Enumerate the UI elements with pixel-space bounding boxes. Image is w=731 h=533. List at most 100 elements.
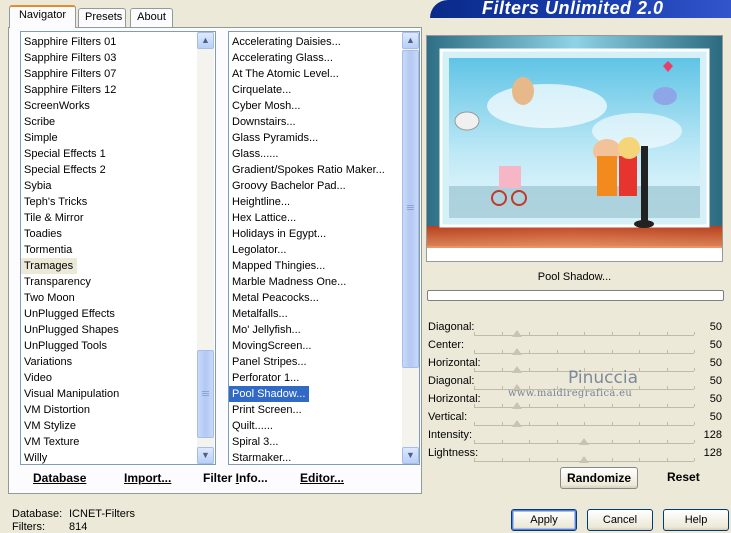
category-item[interactable]: Tormentia — [21, 242, 215, 258]
category-item[interactable]: VM Stylize — [21, 418, 215, 434]
filter-item[interactable]: Groovy Bachelor Pad... — [229, 178, 419, 194]
parameter-slider-track[interactable] — [474, 425, 694, 426]
category-item[interactable]: Teph's Tricks — [21, 194, 215, 210]
reset-button[interactable]: Reset — [667, 470, 700, 484]
filter-scrollbar[interactable]: ▲ ▼ — [402, 32, 419, 464]
category-item[interactable]: Tile & Mirror — [21, 210, 215, 226]
watermark-url: www.maidiregrafica.eu — [508, 388, 633, 399]
import-button[interactable]: Import... — [124, 471, 171, 485]
filter-scroll-thumb[interactable] — [402, 50, 419, 368]
filter-item[interactable]: Glass...... — [229, 146, 419, 162]
filter-item[interactable]: At The Atomic Level... — [229, 66, 419, 82]
category-item[interactable]: Tramages — [21, 258, 215, 274]
apply-button[interactable]: Apply — [511, 509, 577, 531]
filter-item-label: Starmaker... — [232, 452, 292, 464]
filter-item[interactable]: Glass Pyramids... — [229, 130, 419, 146]
parameter-slider-thumb[interactable] — [512, 330, 523, 337]
category-item[interactable]: UnPlugged Effects — [21, 306, 215, 322]
scroll-down-icon[interactable]: ▼ — [197, 447, 214, 464]
tab-about[interactable]: About — [130, 8, 173, 27]
parameter-slider-thumb[interactable] — [579, 456, 590, 463]
filter-item[interactable]: Mapped Thingies... — [229, 258, 419, 274]
filter-item[interactable]: Mo' Jellyfish... — [229, 322, 419, 338]
category-item[interactable]: Video — [21, 370, 215, 386]
category-item-label: VM Stylize — [24, 420, 76, 432]
help-button[interactable]: Help — [663, 509, 729, 531]
filter-item-label: At The Atomic Level... — [232, 68, 339, 80]
filter-item-label: Cirquelate... — [232, 84, 292, 96]
category-list[interactable]: Sapphire Filters 01 Sapphire Filters 03 Sa… — [20, 31, 216, 465]
cancel-button[interactable]: Cancel — [587, 509, 653, 531]
category-item[interactable]: Scribe — [21, 114, 215, 130]
category-item[interactable]: ScreenWorks — [21, 98, 215, 114]
filter-item[interactable]: Marble Madness One... — [229, 274, 419, 290]
category-item-label: Sapphire Filters 12 — [24, 84, 117, 96]
filter-item[interactable]: Holidays in Egypt... — [229, 226, 419, 242]
category-item[interactable]: Sapphire Filters 12 — [21, 82, 215, 98]
parameter-slider-thumb[interactable] — [512, 420, 523, 427]
status-database-value: ICNET-Filters — [69, 508, 135, 520]
progress-bar — [427, 290, 724, 301]
category-item[interactable]: Toadies — [21, 226, 215, 242]
category-item[interactable]: Sybia — [21, 178, 215, 194]
category-item[interactable]: UnPlugged Shapes — [21, 322, 215, 338]
filter-item[interactable]: Pool Shadow... — [229, 386, 419, 402]
filter-item[interactable]: Metal Peacocks... — [229, 290, 419, 306]
parameter-slider-track[interactable] — [474, 335, 694, 336]
filter-item[interactable]: Starmaker... — [229, 450, 419, 464]
filter-item[interactable]: Quilt...... — [229, 418, 419, 434]
parameter-slider-track[interactable] — [474, 407, 694, 408]
scroll-down-icon[interactable]: ▼ — [402, 447, 419, 464]
filter-item[interactable]: Accelerating Daisies... — [229, 34, 419, 50]
category-item[interactable]: VM Texture — [21, 434, 215, 450]
parameter-slider-thumb[interactable] — [512, 366, 523, 373]
parameter-value: 50 — [709, 321, 722, 333]
filter-item-label: Marble Madness One... — [232, 276, 347, 288]
filter-item[interactable]: Gradient/Spokes Ratio Maker... — [229, 162, 419, 178]
category-item[interactable]: Variations — [21, 354, 215, 370]
tab-navigator[interactable]: Navigator — [9, 5, 76, 28]
filter-item[interactable]: Print Screen... — [229, 402, 419, 418]
scroll-up-icon[interactable]: ▲ — [402, 32, 419, 49]
filter-list[interactable]: Accelerating Daisies... Accelerating Glas… — [228, 31, 420, 465]
filter-item[interactable]: MovingScreen... — [229, 338, 419, 354]
category-item[interactable]: Visual Manipulation — [21, 386, 215, 402]
filter-item[interactable]: Perforator 1... — [229, 370, 419, 386]
filter-item[interactable]: Heightline... — [229, 194, 419, 210]
category-item[interactable]: Sapphire Filters 03 — [21, 50, 215, 66]
filter-item[interactable]: Panel Stripes... — [229, 354, 419, 370]
category-item[interactable]: Sapphire Filters 01 — [21, 34, 215, 50]
filter-item[interactable]: Cirquelate... — [229, 82, 419, 98]
randomize-button[interactable]: Randomize — [560, 467, 638, 489]
category-item[interactable]: Special Effects 1 — [21, 146, 215, 162]
filter-item[interactable]: Legolator... — [229, 242, 419, 258]
category-item[interactable]: Sapphire Filters 07 — [21, 66, 215, 82]
tab-presets[interactable]: Presets — [78, 8, 126, 27]
category-item[interactable]: UnPlugged Tools — [21, 338, 215, 354]
parameter-slider-thumb[interactable] — [579, 438, 590, 445]
category-item-label: UnPlugged Tools — [24, 340, 107, 352]
filter-item[interactable]: Spiral 3... — [229, 434, 419, 450]
filter-info-button[interactable]: Filter Info... — [203, 471, 268, 485]
filter-item[interactable]: Accelerating Glass... — [229, 50, 419, 66]
category-item[interactable]: Transparency — [21, 274, 215, 290]
category-item[interactable]: Special Effects 2 — [21, 162, 215, 178]
filter-item[interactable]: Hex Lattice... — [229, 210, 419, 226]
editor-button[interactable]: Editor... — [300, 471, 344, 485]
parameter-slider-thumb[interactable] — [512, 348, 523, 355]
filter-item[interactable]: Cyber Mosh... — [229, 98, 419, 114]
category-item[interactable]: VM Distortion — [21, 402, 215, 418]
parameter-slider-thumb[interactable] — [512, 402, 523, 409]
category-scrollbar[interactable]: ▲ ▼ — [197, 32, 214, 464]
database-button[interactable]: Database — [33, 471, 86, 485]
filter-item[interactable]: Downstairs... — [229, 114, 419, 130]
filter-item-label: Cyber Mosh... — [232, 100, 301, 112]
category-scroll-thumb[interactable] — [197, 350, 214, 438]
parameter-slider-track[interactable] — [474, 353, 694, 354]
scroll-up-icon[interactable]: ▲ — [197, 32, 214, 49]
filter-item[interactable]: Metalfalls... — [229, 306, 419, 322]
category-item[interactable]: Willy — [21, 450, 215, 464]
category-item[interactable]: Two Moon — [21, 290, 215, 306]
category-item-label: Sybia — [24, 180, 52, 192]
category-item[interactable]: Simple — [21, 130, 215, 146]
